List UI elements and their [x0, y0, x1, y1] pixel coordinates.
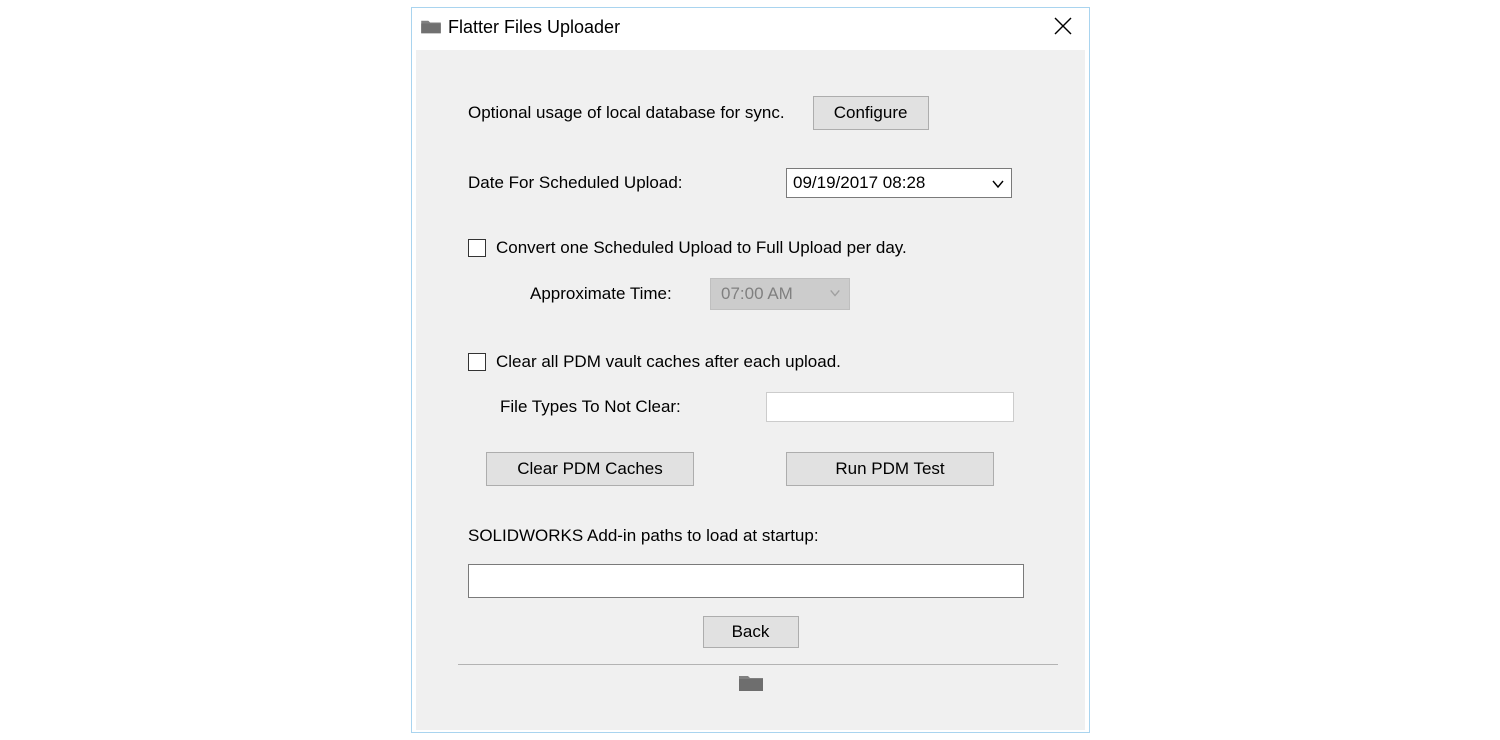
- clear-pdm-caches-checkbox[interactable]: [468, 353, 486, 371]
- sync-label: Optional usage of local database for syn…: [468, 103, 785, 123]
- clear-pdm-caches-label: Clear all PDM vault caches after each up…: [496, 352, 841, 372]
- run-pdm-test-button[interactable]: Run PDM Test: [786, 452, 994, 486]
- client-area: Optional usage of local database for syn…: [416, 50, 1085, 730]
- approximate-time-label: Approximate Time:: [530, 284, 710, 304]
- approximate-time-select: 07:00 AM: [710, 278, 850, 310]
- convert-full-upload-label: Convert one Scheduled Upload to Full Upl…: [496, 238, 907, 258]
- folder-icon: [738, 673, 764, 693]
- file-types-input[interactable]: [766, 392, 1014, 422]
- folder-icon: [420, 19, 442, 35]
- chevron-down-icon: [991, 176, 1005, 190]
- solidworks-paths-input[interactable]: [468, 564, 1024, 598]
- convert-full-upload-checkbox[interactable]: [468, 239, 486, 257]
- app-window: Flatter Files Uploader Optional usage of…: [411, 7, 1090, 733]
- approximate-time-value: 07:00 AM: [721, 284, 793, 304]
- close-button[interactable]: [1051, 14, 1075, 38]
- clear-pdm-caches-button[interactable]: Clear PDM Caches: [486, 452, 694, 486]
- chevron-down-icon: [829, 284, 841, 304]
- file-types-label: File Types To Not Clear:: [500, 397, 766, 417]
- back-button[interactable]: Back: [703, 616, 799, 648]
- scheduled-date-label: Date For Scheduled Upload:: [468, 173, 786, 193]
- divider: [458, 664, 1058, 665]
- solidworks-paths-label: SOLIDWORKS Add-in paths to load at start…: [468, 526, 819, 546]
- titlebar[interactable]: Flatter Files Uploader: [412, 8, 1089, 46]
- window-title: Flatter Files Uploader: [448, 17, 620, 38]
- configure-button[interactable]: Configure: [813, 96, 929, 130]
- scheduled-date-value: 09/19/2017 08:28: [793, 173, 925, 193]
- scheduled-date-picker[interactable]: 09/19/2017 08:28: [786, 168, 1012, 198]
